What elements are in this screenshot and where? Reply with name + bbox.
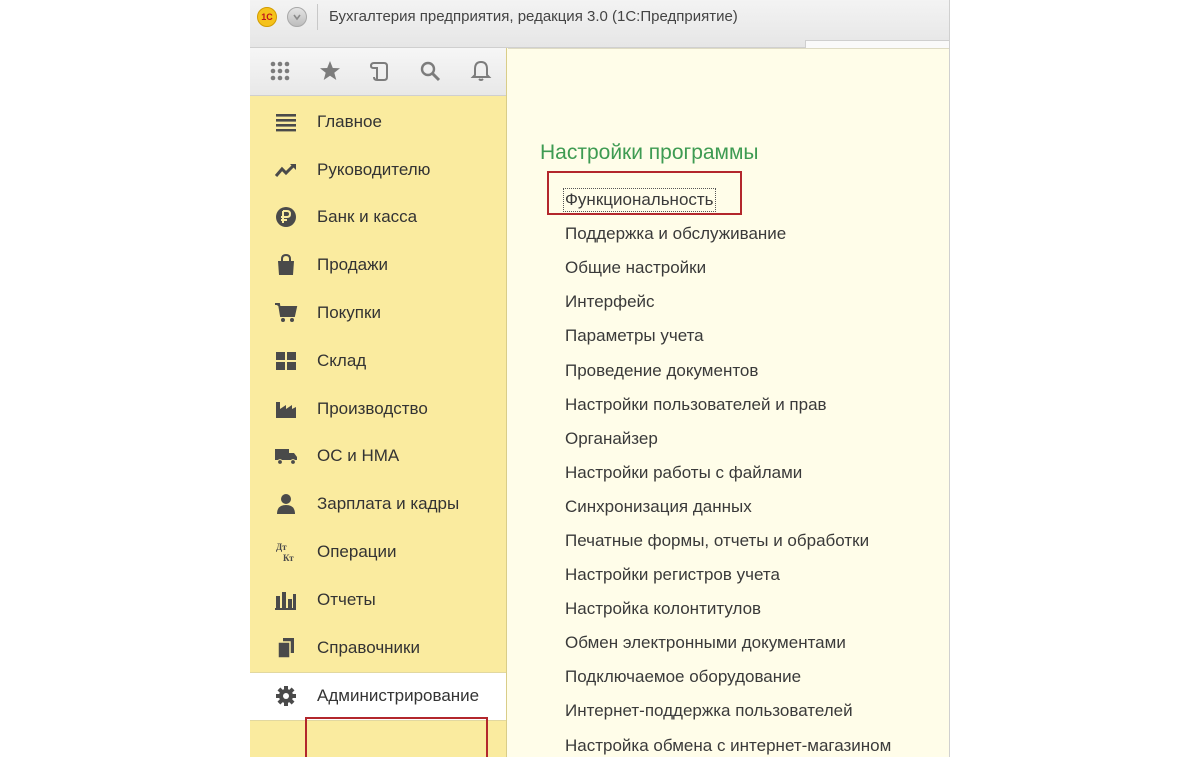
link-data-sync[interactable]: Синхронизация данных xyxy=(565,490,945,524)
sidebar-item-reports[interactable]: Отчеты xyxy=(250,576,506,624)
sidebar-toolbar xyxy=(250,48,506,96)
sidebar-nav: Главное Руководителю Банк и касса Продаж… xyxy=(250,98,506,722)
title-separator xyxy=(317,4,318,30)
tab-edge xyxy=(805,40,950,48)
sidebar-item-manager[interactable]: Руководителю xyxy=(250,146,506,194)
link-interface[interactable]: Интерфейс xyxy=(565,285,945,319)
truck-icon xyxy=(274,444,298,468)
link-register-settings[interactable]: Настройки регистров учета xyxy=(565,558,945,592)
search-icon[interactable] xyxy=(417,58,443,84)
sidebar-item-label: ОС и НМА xyxy=(317,446,400,466)
sidebar-item-label: Зарплата и кадры xyxy=(317,494,460,514)
link-equipment[interactable]: Подключаемое оборудование xyxy=(565,660,945,694)
window-title: Бухгалтерия предприятия, редакция 3.0 (1… xyxy=(329,8,738,25)
link-headers-footers[interactable]: Настройка колонтитулов xyxy=(565,592,945,626)
sidebar: Главное Руководителю Банк и касса Продаж… xyxy=(250,48,507,757)
notifications-bell-icon[interactable] xyxy=(468,58,494,84)
link-support[interactable]: Поддержка и обслуживание xyxy=(565,217,945,251)
shopping-bag-icon xyxy=(274,253,298,277)
svg-text:Кт: Кт xyxy=(283,553,294,563)
title-bar: 1С Бухгалтерия предприятия, редакция 3.0… xyxy=(250,0,950,48)
factory-icon xyxy=(274,397,298,421)
menu-lines-icon xyxy=(274,110,298,134)
bar-chart-icon xyxy=(274,588,298,612)
link-webshop-exchange[interactable]: Настройка обмена с интернет-магазином xyxy=(565,729,945,757)
sidebar-item-label: Главное xyxy=(317,111,382,131)
documents-stack-icon xyxy=(274,636,298,660)
sidebar-item-label: Руководителю xyxy=(317,159,431,179)
link-accounting-params[interactable]: Параметры учета xyxy=(565,319,945,353)
main-content: Настройки программы Функциональность Под… xyxy=(508,48,950,757)
window-right-border xyxy=(949,0,950,757)
sidebar-item-production[interactable]: Производство xyxy=(250,385,506,433)
sidebar-item-warehouse[interactable]: Склад xyxy=(250,337,506,385)
sidebar-item-salary[interactable]: Зарплата и кадры xyxy=(250,480,506,528)
link-general-settings[interactable]: Общие настройки xyxy=(565,251,945,285)
sidebar-item-label: Производство xyxy=(317,398,428,418)
shopping-cart-icon xyxy=(274,301,298,325)
chevron-down-icon xyxy=(293,14,301,21)
sidebar-item-operations[interactable]: Дт Кт Операции xyxy=(250,528,506,576)
link-file-settings[interactable]: Настройки работы с файлами xyxy=(565,456,945,490)
app-window: 1С Бухгалтерия предприятия, редакция 3.0… xyxy=(250,0,950,757)
favorites-star-icon[interactable] xyxy=(317,58,343,84)
sidebar-item-label: Операции xyxy=(317,542,397,562)
link-online-support[interactable]: Интернет-поддержка пользователей xyxy=(565,694,945,728)
settings-link-list: Функциональность Поддержка и обслуживани… xyxy=(563,183,945,757)
ruble-coin-icon xyxy=(274,205,298,229)
debit-credit-icon: Дт Кт xyxy=(274,540,298,564)
app-logo[interactable]: 1С xyxy=(257,7,277,27)
sidebar-item-purchases[interactable]: Покупки xyxy=(250,289,506,337)
link-users-rights[interactable]: Настройки пользователей и прав xyxy=(565,388,945,422)
sidebar-item-label: Справочники xyxy=(317,637,420,657)
sidebar-item-label: Покупки xyxy=(317,303,381,323)
sidebar-item-main[interactable]: Главное xyxy=(250,98,506,146)
gear-icon xyxy=(274,684,298,708)
sidebar-item-administration[interactable]: Администрирование xyxy=(250,671,506,722)
link-functionality[interactable]: Функциональность xyxy=(563,183,945,217)
highlight-frame-administration xyxy=(305,717,488,757)
apps-grid-icon[interactable] xyxy=(267,58,293,84)
svg-text:Дт: Дт xyxy=(276,542,287,552)
link-organizer[interactable]: Органайзер xyxy=(565,422,945,456)
warehouse-grid-icon xyxy=(274,349,298,373)
link-edi[interactable]: Обмен электронными документами xyxy=(565,626,945,660)
sidebar-item-catalogs[interactable]: Справочники xyxy=(250,624,506,672)
sidebar-item-label: Отчеты xyxy=(317,589,376,609)
sidebar-item-fixed-assets[interactable]: ОС и НМА xyxy=(250,433,506,481)
link-print-forms[interactable]: Печатные формы, отчеты и обработки xyxy=(565,524,945,558)
sidebar-item-label: Продажи xyxy=(317,255,388,275)
sidebar-item-label: Склад xyxy=(317,350,367,370)
sidebar-item-label: Администрирование xyxy=(317,686,480,706)
sidebar-item-bank[interactable]: Банк и касса xyxy=(250,194,506,242)
sidebar-item-sales[interactable]: Продажи xyxy=(250,241,506,289)
sidebar-item-label: Банк и касса xyxy=(317,207,418,227)
person-icon xyxy=(274,492,298,516)
history-icon[interactable] xyxy=(367,58,393,84)
trend-chart-icon xyxy=(274,158,298,182)
main-menu-button[interactable] xyxy=(287,7,307,27)
link-document-posting[interactable]: Проведение документов xyxy=(565,353,945,387)
section-title: Настройки программы xyxy=(540,141,759,164)
